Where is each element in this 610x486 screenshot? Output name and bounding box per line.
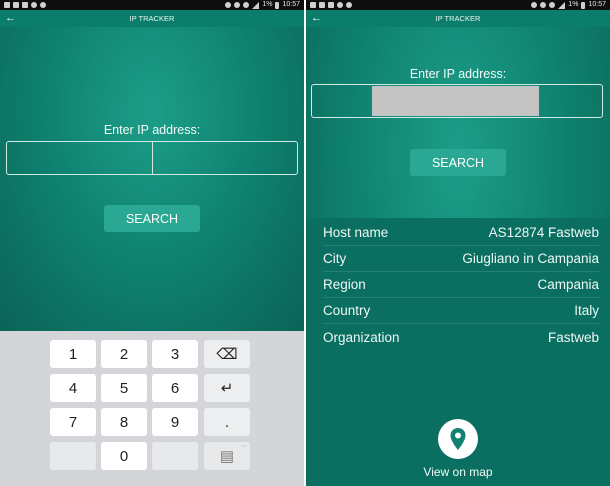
map-pin-icon — [450, 428, 466, 450]
clock: 10:57 — [282, 1, 300, 8]
clock: 10:57 — [588, 1, 606, 8]
result-value: Italy — [574, 303, 599, 318]
ip-address-field[interactable] — [6, 141, 298, 175]
ip-label: Enter IP address: — [409, 67, 507, 81]
mute-icon — [234, 2, 241, 8]
key-8[interactable]: 8 — [101, 408, 147, 436]
bluetooth-icon — [225, 2, 232, 8]
result-label: City — [323, 251, 347, 266]
battery-icon — [581, 1, 586, 9]
key-1[interactable]: 1 — [50, 340, 96, 368]
ip-label: Enter IP address: — [103, 123, 201, 137]
download-icon — [328, 2, 334, 8]
view-on-map-link[interactable]: View on map — [306, 465, 610, 479]
tracker-form: Enter IP address: SEARCH — [0, 27, 304, 331]
app-bar: ← IP TRACKER — [0, 10, 304, 27]
backspace-key[interactable]: ⌫ — [204, 340, 250, 368]
signal-icon — [558, 1, 566, 9]
ip-address-redacted[interactable] — [372, 86, 539, 116]
result-label: Host name — [323, 225, 389, 240]
back-arrow-icon[interactable]: ← — [311, 11, 322, 26]
status-bar: 1% 10:57 — [0, 0, 304, 10]
search-button[interactable]: SEARCH — [104, 205, 200, 232]
battery-icon — [275, 1, 280, 9]
left-screen: 1% 10:57 ← IP TRACKER Enter IP address: … — [0, 0, 304, 486]
key-3[interactable]: 3 — [152, 340, 198, 368]
ip-address-field[interactable] — [311, 84, 603, 118]
backspace-icon: ⌫ — [216, 346, 238, 363]
result-value: Campania — [537, 277, 599, 292]
key-0[interactable]: 0 — [101, 442, 147, 470]
numeric-keyboard: 1 2 3 ⌫ 4 5 6 ↵ 7 8 9 . 0 ⋯ ▤ — [0, 331, 304, 486]
enter-key[interactable]: ↵ — [204, 374, 250, 402]
result-row-region: Region Campania — [323, 272, 599, 298]
play-icon — [337, 2, 343, 8]
back-arrow-icon[interactable]: ← — [5, 11, 16, 26]
app-title: IP TRACKER — [435, 14, 481, 23]
media-icon — [40, 2, 46, 8]
key-7[interactable]: 7 — [50, 408, 96, 436]
result-label: Region — [323, 277, 366, 292]
more-icon: ⋯ — [241, 444, 247, 450]
key-dot[interactable]: . — [204, 408, 250, 436]
key-4[interactable]: 4 — [50, 374, 96, 402]
result-value: AS12874 Fastweb — [488, 225, 599, 240]
gallery-icon — [319, 2, 325, 8]
gallery-icon — [13, 2, 19, 8]
view-on-map-button[interactable] — [438, 419, 478, 459]
ip-field-segment-1[interactable] — [7, 142, 152, 174]
result-row-country: Country Italy — [323, 298, 599, 324]
signal-icon — [252, 1, 260, 9]
download-icon — [22, 2, 28, 8]
wifi-icon — [549, 2, 556, 8]
battery-percent: 1% — [568, 1, 579, 8]
result-value: Fastweb — [547, 329, 599, 345]
result-row-host-name: Host name AS12874 Fastweb — [323, 220, 599, 246]
notification-icon — [4, 2, 10, 8]
play-icon — [31, 2, 37, 8]
key-9[interactable]: 9 — [152, 408, 198, 436]
key-blank-left[interactable] — [50, 442, 96, 470]
mute-icon — [540, 2, 547, 8]
result-row-city: City Giugliano in Campania — [323, 246, 599, 272]
key-2[interactable]: 2 — [101, 340, 147, 368]
key-6[interactable]: 6 — [152, 374, 198, 402]
result-label: Country — [323, 303, 371, 318]
search-button[interactable]: SEARCH — [410, 149, 506, 176]
result-label: Organization — [323, 329, 400, 345]
result-value: Giugliano in Campania — [462, 251, 599, 266]
app-bar: ← IP TRACKER — [306, 10, 610, 27]
ip-field-segment-2[interactable] — [151, 142, 298, 174]
notification-icon — [310, 2, 316, 8]
enter-icon: ↵ — [220, 380, 234, 397]
clipboard-icon: ▤ — [219, 448, 235, 465]
key-5[interactable]: 5 — [101, 374, 147, 402]
bluetooth-icon — [531, 2, 538, 8]
wifi-icon — [243, 2, 250, 8]
media-icon — [346, 2, 352, 8]
ip-address-input[interactable] — [7, 142, 152, 174]
result-row-organization: Organization Fastweb — [323, 324, 599, 350]
app-title: IP TRACKER — [129, 14, 175, 23]
clipboard-key[interactable]: ⋯ ▤ — [204, 442, 250, 470]
key-blank-right[interactable] — [152, 442, 198, 470]
battery-percent: 1% — [262, 1, 273, 8]
status-bar: 1% 10:57 — [306, 0, 610, 10]
right-screen: 1% 10:57 ← IP TRACKER Enter IP address: … — [306, 0, 610, 486]
